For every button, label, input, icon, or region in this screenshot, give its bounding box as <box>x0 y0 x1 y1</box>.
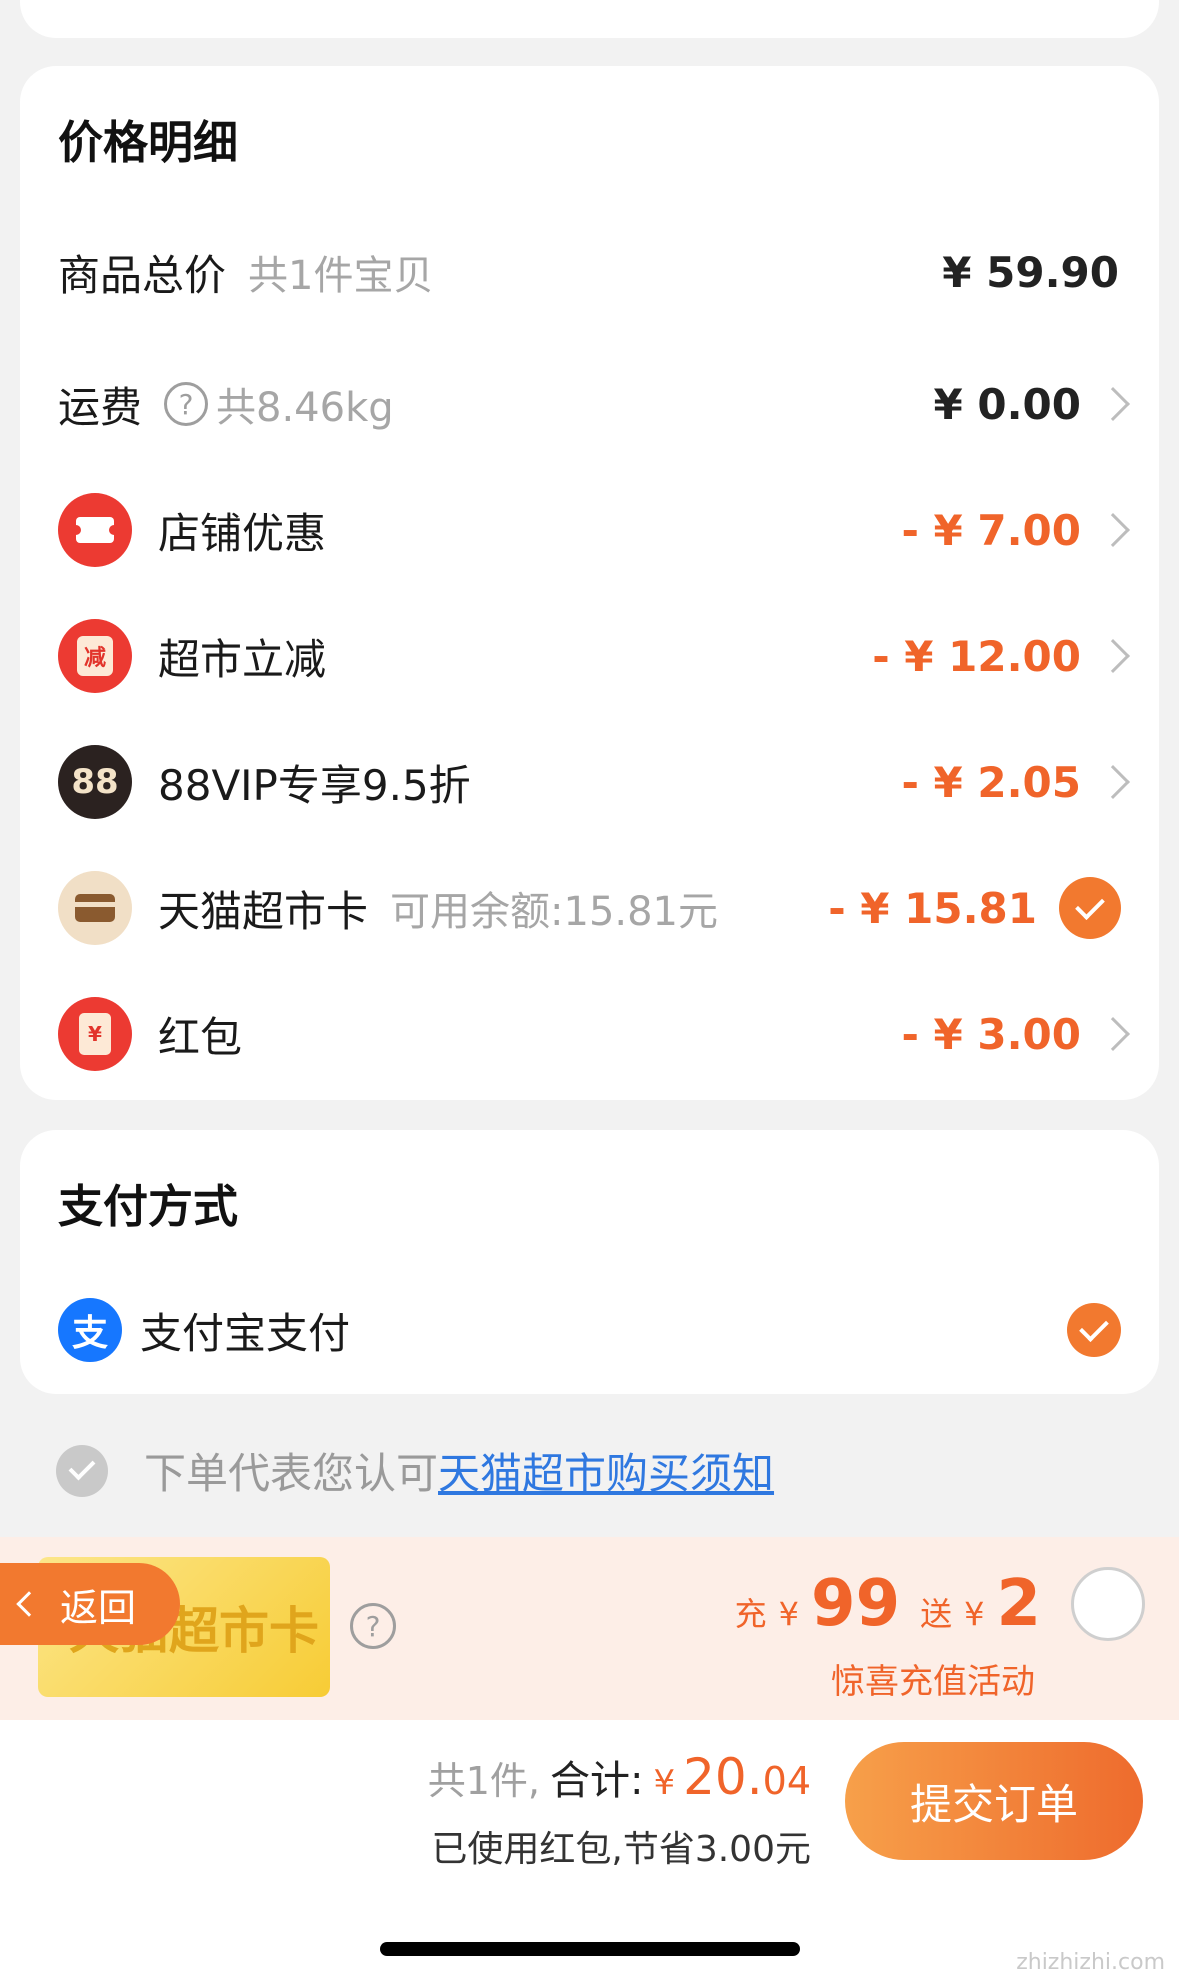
price-details-title: 价格明细 <box>58 116 239 169</box>
promo-subtitle: 惊喜充值活动 <box>831 1662 1035 1702</box>
purchase-terms-link[interactable]: 天猫超市购买须知 <box>438 1440 774 1501</box>
chevron-right-icon <box>1096 765 1130 799</box>
yen-symbol: ¥ <box>653 1763 676 1803</box>
total-amount-decimals: 04 <box>762 1759 811 1803</box>
agreement-check-icon[interactable] <box>56 1444 108 1497</box>
discount-badge-icon: 减 <box>58 619 132 693</box>
alipay-checkbox[interactable] <box>1067 1303 1121 1357</box>
vip-discount-label: 88VIP专享9.5折 <box>158 760 471 810</box>
store-card-checkbox[interactable] <box>1059 877 1121 939</box>
coupon-icon <box>58 493 132 567</box>
supermarket-discount-amount: - ¥ 12.00 <box>872 631 1081 681</box>
checkout-bar: 共1件, 合计: ¥ 20. 04 已使用红包,节省3.00元 提交订单 zhi… <box>0 1720 1179 1983</box>
shipping-amount: ¥ 0.00 <box>933 379 1081 429</box>
total-label: 合计: <box>549 1758 644 1804</box>
store-card-amount: - ¥ 15.81 <box>828 883 1037 933</box>
total-amount: 20. <box>683 1748 763 1806</box>
savings-text: 已使用红包,节省3.00元 <box>431 1829 811 1870</box>
recharge-promo-banner: 天猫超市卡 ? 充 ¥ 99 送 ¥ 2 惊喜充值活动 <box>0 1537 1179 1720</box>
store-card-label: 天猫超市卡 <box>158 886 369 936</box>
payment-title: 支付方式 <box>58 1180 239 1233</box>
total-price-amount: ¥ 59.90 <box>942 247 1119 297</box>
item-count-summary: 共1件, <box>427 1759 540 1803</box>
shipping-row[interactable]: 运费 ? 共8.46kg ¥ 0.00 <box>20 354 1159 454</box>
chevron-right-icon <box>1096 1017 1130 1051</box>
gift-amount: 2 <box>996 1567 1041 1641</box>
red-packet-label: 红包 <box>158 1012 243 1062</box>
chevron-right-icon <box>1096 639 1130 673</box>
back-label: 返回 <box>60 1585 137 1630</box>
submit-order-button[interactable]: 提交订单 <box>845 1742 1143 1860</box>
store-card-row[interactable]: 天猫超市卡 可用余额:15.81元 - ¥ 15.81 <box>20 858 1159 958</box>
gift-label: 送 <box>920 1595 953 1633</box>
store-card-balance: 可用余额:15.81元 <box>390 889 719 935</box>
vip-discount-row[interactable]: 88 88VIP专享9.5折 - ¥ 2.05 <box>20 732 1159 832</box>
home-indicator[interactable] <box>380 1942 800 1956</box>
total-price-label: 商品总价 <box>58 250 227 300</box>
agreement-text: 下单代表您认可 <box>144 1449 439 1498</box>
promo-radio-button[interactable] <box>1071 1567 1145 1641</box>
supermarket-discount-label: 超市立减 <box>158 634 327 684</box>
chevron-left-icon <box>16 1591 42 1617</box>
yen-symbol: ¥ <box>964 1595 985 1633</box>
alipay-row[interactable]: 支 支付宝支付 <box>20 1280 1159 1380</box>
order-total: 共1件, 合计: ¥ 20. 04 <box>428 1748 811 1806</box>
88vip-icon: 88 <box>58 745 132 819</box>
supermarket-discount-row[interactable]: 减 超市立减 - ¥ 12.00 <box>20 606 1159 706</box>
store-discount-row[interactable]: 店铺优惠 - ¥ 7.00 <box>20 480 1159 580</box>
red-packet-amount: - ¥ 3.00 <box>901 1009 1081 1059</box>
item-count: 共1件宝贝 <box>248 253 434 299</box>
price-details-card: 价格明细 商品总价 共1件宝贝 ¥ 59.90 运费 ? 共8.46kg ¥ 0… <box>20 66 1159 1100</box>
agreement-row: 下单代表您认可 天猫超市购买须知 <box>56 1440 774 1501</box>
back-button[interactable]: 返回 <box>0 1563 180 1645</box>
red-packet-icon: ¥ <box>58 997 132 1071</box>
payment-card: 支付方式 支 支付宝支付 <box>20 1130 1159 1394</box>
store-discount-amount: - ¥ 7.00 <box>901 505 1081 555</box>
vip-discount-amount: - ¥ 2.05 <box>901 757 1081 807</box>
previous-card <box>20 0 1159 38</box>
charge-amount: 99 <box>811 1567 901 1641</box>
shipping-weight: 共8.46kg <box>216 385 394 431</box>
chevron-right-icon <box>1096 513 1130 547</box>
charge-label: 充 <box>734 1595 767 1633</box>
store-discount-label: 店铺优惠 <box>158 508 327 558</box>
help-icon[interactable]: ? <box>164 382 209 426</box>
recharge-offer: 充 ¥ 99 送 ¥ 2 <box>729 1567 1041 1641</box>
store-card-icon <box>58 871 132 945</box>
watermark: zhizhizhi.com <box>1016 1950 1165 1975</box>
yen-symbol: ¥ <box>778 1595 800 1633</box>
alipay-icon: 支 <box>58 1298 122 1362</box>
shipping-label: 运费 <box>58 382 143 432</box>
chevron-right-icon <box>1096 387 1130 421</box>
help-icon[interactable]: ? <box>350 1603 396 1649</box>
alipay-label: 支付宝支付 <box>140 1308 351 1358</box>
total-price-row: 商品总价 共1件宝贝 ¥ 59.90 <box>20 222 1159 322</box>
red-packet-row[interactable]: ¥ 红包 - ¥ 3.00 <box>20 984 1159 1084</box>
